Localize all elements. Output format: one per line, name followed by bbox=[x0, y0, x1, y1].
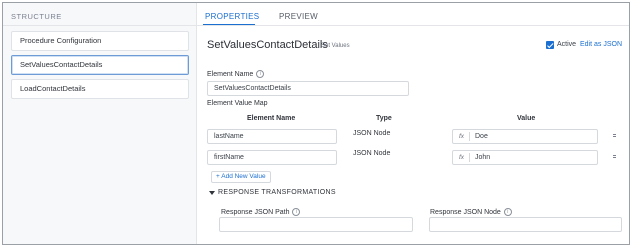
row-element-name-input[interactable]: firstName bbox=[207, 150, 337, 165]
row-value-text: John bbox=[475, 154, 491, 161]
column-header-type: Type bbox=[376, 115, 392, 122]
response-json-path-label-text: Response JSON Path bbox=[221, 208, 290, 216]
row-value-text: Doe bbox=[475, 133, 488, 140]
divider bbox=[469, 132, 470, 141]
add-new-value-button[interactable]: + Add New Value bbox=[211, 171, 271, 183]
element-name-input[interactable]: SetValuesContactDetails bbox=[207, 81, 409, 96]
tab-properties[interactable]: PROPERTIES bbox=[205, 12, 259, 21]
response-json-node-label: Response JSON Node i bbox=[430, 208, 512, 216]
divider bbox=[3, 25, 196, 26]
active-checkbox[interactable] bbox=[546, 41, 554, 49]
app-frame: STRUCTURE Procedure Configuration SetVal… bbox=[2, 2, 630, 245]
info-icon: i bbox=[503, 208, 512, 216]
element-title: SetValuesContactDetails bbox=[207, 39, 328, 51]
collapse-caret-icon[interactable] bbox=[209, 191, 215, 195]
structure-item-procedure-configuration[interactable]: Procedure Configuration bbox=[11, 31, 189, 51]
formula-icon: fx bbox=[459, 154, 465, 161]
edit-as-json-link[interactable]: Edit as JSON bbox=[580, 41, 622, 48]
row-element-name-input[interactable]: lastName bbox=[207, 129, 337, 144]
value-map-label: Element Value Map bbox=[207, 100, 268, 107]
info-icon: i bbox=[256, 70, 265, 78]
row-type: JSON Node bbox=[353, 150, 391, 157]
row-value-input[interactable]: fx John bbox=[452, 150, 598, 165]
active-label: Active bbox=[557, 41, 577, 48]
column-header-element-name: Element Name bbox=[247, 115, 296, 122]
structure-item-load-contact-details[interactable]: LoadContactDetails bbox=[11, 79, 189, 99]
response-json-path-label: Response JSON Path i bbox=[221, 208, 301, 216]
response-json-path-input[interactable] bbox=[219, 217, 413, 232]
row-value-input[interactable]: fx Doe bbox=[452, 129, 598, 144]
drag-handle-icon[interactable] bbox=[613, 155, 616, 160]
divider bbox=[196, 25, 629, 26]
structure-item-set-values-contact-details[interactable]: SetValuesContactDetails bbox=[11, 55, 189, 75]
divider bbox=[469, 153, 470, 162]
response-json-node-input[interactable] bbox=[429, 217, 622, 232]
structure-panel: STRUCTURE Procedure Configuration SetVal… bbox=[3, 3, 197, 244]
drag-handle-icon[interactable] bbox=[613, 134, 616, 139]
response-json-node-label-text: Response JSON Node bbox=[430, 208, 501, 216]
formula-icon: fx bbox=[459, 133, 465, 140]
info-icon: i bbox=[292, 208, 301, 216]
structure-heading: STRUCTURE bbox=[11, 12, 62, 21]
response-transformations-heading[interactable]: RESPONSE TRANSFORMATIONS bbox=[218, 189, 336, 196]
element-type: Set Values bbox=[321, 43, 350, 49]
element-name-label: Element Name i bbox=[207, 70, 265, 78]
row-type: JSON Node bbox=[353, 130, 391, 137]
element-name-label-text: Element Name bbox=[207, 70, 254, 78]
tab-preview[interactable]: PREVIEW bbox=[279, 12, 318, 21]
column-header-value: Value bbox=[517, 115, 536, 122]
